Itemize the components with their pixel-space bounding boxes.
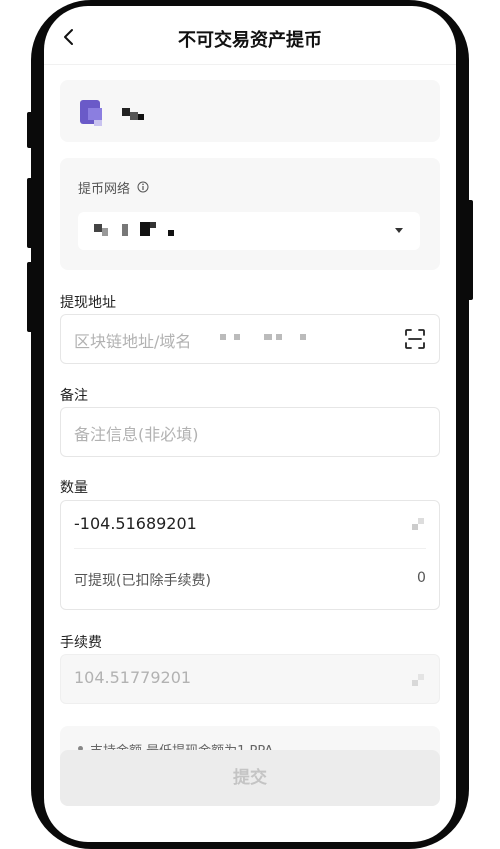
amount-divider bbox=[74, 548, 426, 549]
address-label: 提现地址 bbox=[60, 295, 116, 311]
info-icon[interactable] bbox=[137, 181, 149, 193]
submit-button[interactable]: 提交 bbox=[60, 750, 440, 806]
network-select[interactable] bbox=[78, 212, 420, 250]
network-label: 提币网络 bbox=[78, 182, 131, 197]
app-screen: 不可交易资产提币 提币网络 提现地址 区块链地址/域名 备注 备注信息(非必填)… bbox=[44, 6, 456, 842]
available-label: 可提现(已扣除手续费) bbox=[74, 573, 211, 589]
amount-input[interactable]: -104.51689201 bbox=[74, 514, 197, 533]
side-button-right bbox=[467, 200, 473, 300]
fee-label: 手续费 bbox=[60, 635, 102, 651]
scan-icon[interactable] bbox=[404, 328, 426, 350]
page-title: 不可交易资产提币 bbox=[178, 30, 322, 51]
side-button-left-3 bbox=[27, 262, 33, 332]
amount-label: 数量 bbox=[60, 480, 88, 496]
address-placeholder: 区块链地址/域名 bbox=[74, 332, 192, 351]
fee-value: 104.51779201 bbox=[74, 668, 192, 687]
dropdown-arrow-icon[interactable] bbox=[394, 227, 404, 235]
memo-placeholder: 备注信息(非必填) bbox=[74, 425, 199, 444]
coin-icon bbox=[80, 100, 102, 126]
available-value: 0 bbox=[417, 570, 426, 586]
side-button-left-2 bbox=[27, 178, 33, 248]
asset-card[interactable] bbox=[60, 80, 440, 142]
side-button-left bbox=[27, 112, 33, 148]
nav-header: 不可交易资产提币 bbox=[44, 6, 456, 65]
memo-label: 备注 bbox=[60, 388, 88, 404]
